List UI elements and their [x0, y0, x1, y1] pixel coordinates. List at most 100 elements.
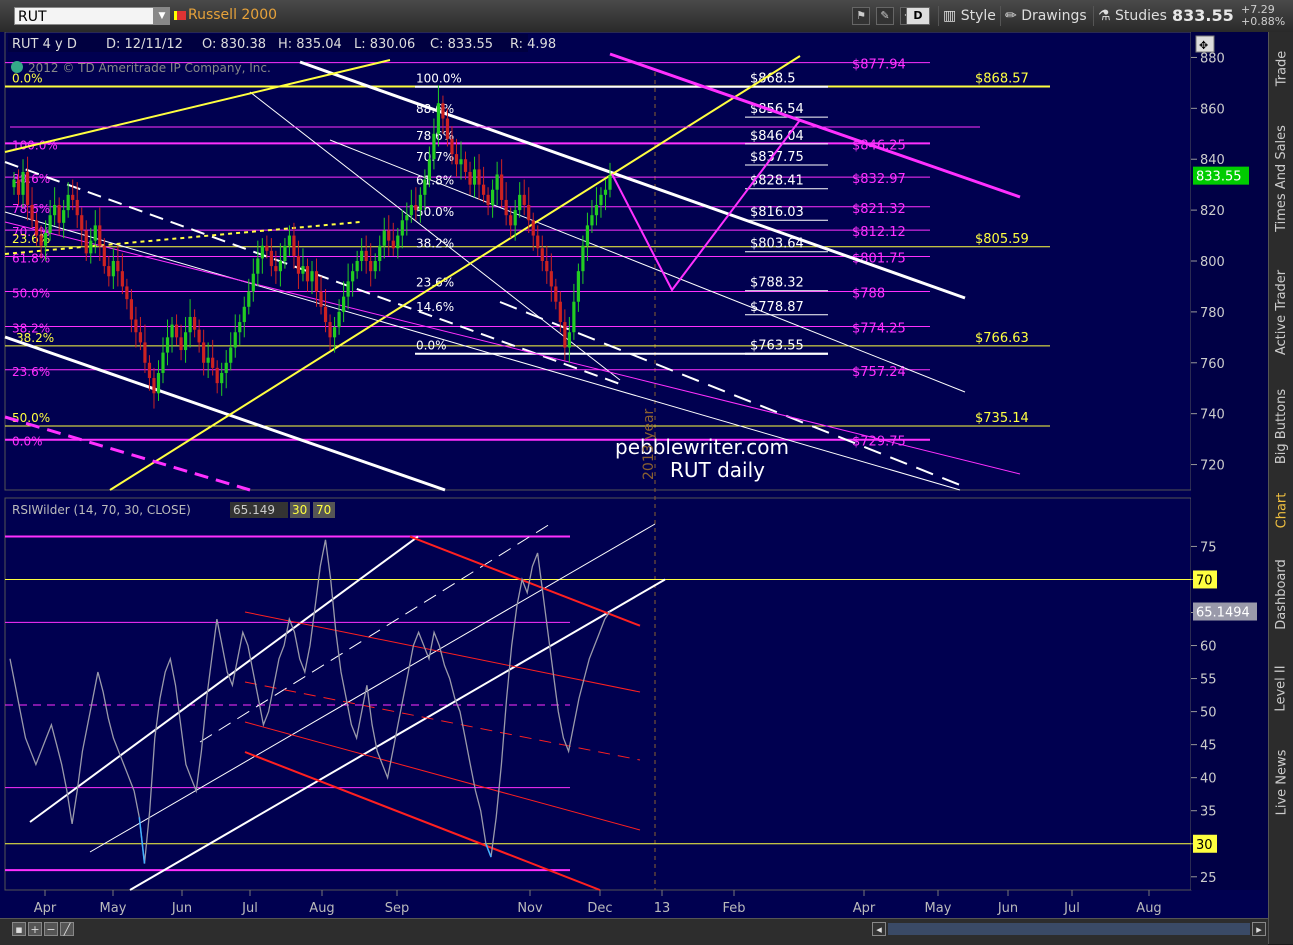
candle-body [572, 301, 576, 333]
studies-button[interactable]: ⚗ Studies [1093, 6, 1171, 26]
rsi-tick-label: 75 [1200, 540, 1217, 555]
tab-chart[interactable]: Chart [1269, 480, 1293, 540]
candle-body [260, 245, 264, 259]
candle-body [98, 225, 102, 246]
x-axis-label: Jun [171, 901, 192, 916]
magenta-fib-price: $788 [852, 287, 885, 302]
candle-body [301, 266, 305, 274]
x-axis-label: Aug [309, 901, 334, 916]
rsi-tick-label: 50 [1200, 706, 1217, 721]
wrench-icon[interactable]: ✎ [876, 7, 894, 25]
tab-big-buttons[interactable]: Big Buttons [1269, 376, 1293, 476]
price-tick-label: 820 [1200, 204, 1225, 219]
white-fib-price: $816.03 [750, 205, 804, 220]
candle-body [269, 250, 273, 267]
scroll-left-icon[interactable]: ◂ [872, 922, 886, 936]
d-button[interactable]: D [906, 7, 930, 25]
current-price-label: 833.55 [1196, 170, 1242, 185]
svg-text:✥: ✥ [1199, 39, 1208, 52]
candle-body [414, 205, 418, 211]
candle-body [39, 235, 43, 246]
scroll-right-icon[interactable]: ▸ [1252, 922, 1266, 936]
candle-body [188, 316, 192, 333]
candle-body [536, 235, 540, 249]
symbol-input[interactable]: RUT [14, 7, 154, 25]
candle-body [220, 372, 224, 384]
candle-body [527, 205, 531, 221]
yellow-fib-price: $805.59 [975, 232, 1029, 247]
style-icon: ▥ [943, 8, 957, 24]
candle-body [581, 245, 585, 272]
candle-body [481, 184, 486, 195]
time-scrollbar[interactable] [888, 923, 1250, 935]
candle-body [432, 133, 436, 160]
drawings-button[interactable]: ✏ Drawings [1000, 6, 1091, 26]
tab-live-news[interactable]: Live News [1269, 732, 1293, 832]
studies-label: Studies [1115, 8, 1167, 24]
candle-body [355, 261, 359, 272]
chart-area[interactable]: 720 740 760 780 800 820 840 860 880 Apr May Jun Jul A… [0, 32, 1268, 918]
candle-body [545, 261, 549, 272]
candle-body [346, 281, 350, 297]
candle-body [30, 205, 34, 221]
candle-body [93, 225, 97, 241]
header-high: H: 835.04 [278, 37, 342, 52]
rsi-tick-label: 35 [1200, 805, 1217, 820]
candle-body [296, 255, 301, 274]
candle-body [332, 327, 337, 338]
candle-body [197, 329, 201, 343]
x-axis-label: Nov [517, 901, 543, 916]
candle-body [152, 378, 156, 394]
tab-level-ii[interactable]: Level II [1269, 648, 1293, 728]
candle-body [477, 169, 481, 185]
candle-body [292, 235, 296, 256]
candle-body [102, 245, 106, 267]
candle-body [504, 199, 508, 216]
flag-tool-icon[interactable]: ⚑ [852, 7, 870, 25]
candle-body [62, 210, 66, 223]
tab-times-and-sales[interactable]: Times And Sales [1269, 108, 1293, 248]
yellow-fib-price: $735.14 [975, 411, 1029, 426]
rsi-title: RSIWilder (14, 70, 30, CLOSE) [12, 503, 191, 517]
candle-body [369, 261, 373, 272]
rsi-oversold-label: 70 [316, 503, 331, 517]
candle-body [472, 169, 477, 185]
style-button[interactable]: ▥ Style [938, 6, 1000, 26]
candle-body [599, 194, 603, 206]
zoom-out-icon[interactable]: − [44, 922, 58, 936]
tab-active-label: Active Trader [1274, 269, 1289, 355]
tab-active-trader[interactable]: Active Trader [1269, 252, 1293, 372]
rsi-tick-label: 40 [1200, 772, 1217, 787]
x-axis-label: Jul [241, 901, 258, 916]
x-axis-label: Feb [722, 901, 745, 916]
candle-body [500, 174, 504, 200]
tab-trade[interactable]: Trade [1269, 32, 1293, 104]
candle-body [351, 271, 355, 282]
candle-body [215, 367, 219, 384]
candle-body [441, 103, 445, 119]
candle-body [179, 337, 183, 351]
candle-body [445, 118, 450, 139]
zoom-in-icon[interactable]: + [28, 922, 42, 936]
candle-body [238, 322, 242, 333]
candle-body [116, 261, 120, 272]
draw-line-icon[interactable]: ╱ [60, 922, 74, 936]
white-fib-pct: 0.0% [416, 339, 447, 353]
tab-dashboard[interactable]: Dashboard [1269, 544, 1293, 644]
rsi-overbought-label: 30 [292, 503, 307, 517]
candle-body [107, 266, 111, 277]
candle-body [224, 362, 228, 373]
symbol-dropdown-icon[interactable]: ▼ [154, 7, 170, 25]
white-fib-price: $763.55 [750, 339, 804, 354]
price-tick-label: 740 [1200, 408, 1225, 423]
header-open: O: 830.38 [202, 37, 266, 52]
symbol-name: Russell 2000 [188, 7, 278, 23]
tab-big-label: Big Buttons [1274, 388, 1290, 464]
candle-body [138, 332, 143, 343]
magenta-fib-price: $877.94 [852, 58, 906, 73]
zoom-fit-icon[interactable]: ▪ [12, 922, 26, 936]
cursor-icon[interactable]: ✥ [1195, 35, 1215, 53]
rsi-current-label: 65.1494 [1196, 606, 1250, 621]
candle-body [156, 372, 161, 394]
candle-body [274, 266, 278, 272]
